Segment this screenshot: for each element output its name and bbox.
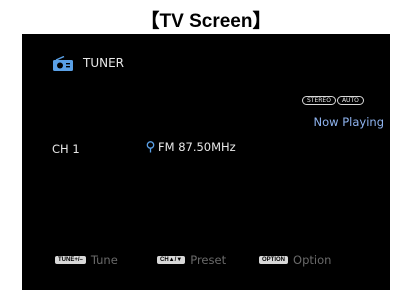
- signal-badges: STEREO AUTO: [301, 87, 364, 106]
- radio-icon: [53, 56, 73, 71]
- screen-caption: 【TV Screen】: [140, 11, 272, 32]
- preset-hint-label: Preset: [190, 253, 227, 267]
- frequency-label: FM 87.50MHz: [158, 140, 236, 154]
- tune-hint[interactable]: TUNE+/– Tune: [55, 253, 118, 267]
- option-hint[interactable]: OPTION Option: [259, 253, 331, 267]
- now-playing-status: Now Playing: [313, 115, 384, 129]
- station-info: FM 87.50MHz: [146, 140, 236, 154]
- tune-hint-label: Tune: [90, 253, 118, 267]
- channel-label: CH 1: [52, 142, 80, 156]
- tune-key[interactable]: TUNE+/–: [55, 256, 86, 264]
- tv-screen: TUNER STEREO AUTO Now Playing CH 1 FM 87.…: [22, 34, 390, 290]
- auto-badge: AUTO: [336, 96, 364, 105]
- preset-hint[interactable]: CH▲/▼ Preset: [157, 253, 226, 267]
- preset-pin-icon: [146, 141, 155, 153]
- option-key[interactable]: OPTION: [259, 256, 289, 264]
- preset-key[interactable]: CH▲/▼: [157, 256, 186, 264]
- stereo-badge: STEREO: [302, 96, 336, 105]
- option-hint-label: Option: [293, 253, 332, 267]
- source-label: TUNER: [83, 56, 125, 70]
